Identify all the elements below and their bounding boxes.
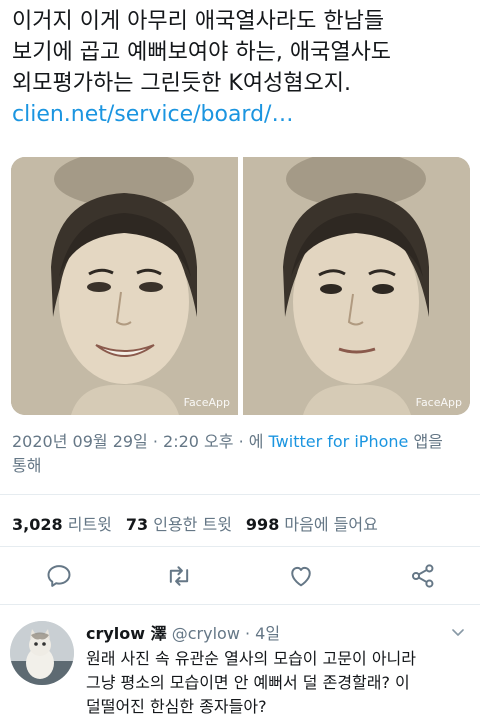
like-icon xyxy=(291,566,311,587)
reply-button[interactable] xyxy=(45,562,73,590)
quotes-count: 73 xyxy=(125,515,149,534)
quotes-stat[interactable]: 73 인용한 트윗 xyxy=(126,515,232,534)
avatar[interactable] xyxy=(10,621,74,685)
photo-neutral[interactable]: FaceApp xyxy=(243,157,470,415)
faceapp-watermark: FaceApp xyxy=(415,396,462,409)
reply-author-handle[interactable]: @crylow xyxy=(172,624,240,643)
reply-text-line: 그냥 평소의 모습이면 안 예뻐서 덜 존경할래? 이 xyxy=(86,673,410,692)
reply-author-name[interactable]: crylow 澤 xyxy=(86,624,167,643)
timestamp-line2: 통해 xyxy=(12,456,42,475)
source-suffix: 앱을 xyxy=(408,432,443,451)
retweet-icon xyxy=(169,566,189,586)
divider xyxy=(0,494,480,495)
tweet-media[interactable]: FaceApp FaceApp xyxy=(11,157,470,415)
share-icon xyxy=(411,564,434,588)
timestamp: 2020년 09월 29일 · 2:20 오후 · 에 xyxy=(12,432,269,451)
retweet-button[interactable] xyxy=(165,562,193,590)
avatar-cat-image xyxy=(10,621,74,685)
retweets-label: 리트윗 xyxy=(67,515,112,534)
likes-count: 998 xyxy=(245,515,280,534)
source-link[interactable]: Twitter for iPhone xyxy=(269,432,409,451)
reply-tweet[interactable]: crylow 澤 @crylow · 4일 원래 사진 속 유관순 열사의 모습… xyxy=(0,606,480,718)
tweet-text-line: 이거지 이게 아무리 애국열사라도 한남들 xyxy=(12,9,385,34)
likes-stat[interactable]: 998 마음에 들어요 xyxy=(246,515,378,534)
faceapp-watermark: FaceApp xyxy=(183,396,230,409)
chevron-down-icon xyxy=(452,629,464,636)
more-options-button[interactable] xyxy=(450,624,466,644)
photo-smiling[interactable]: FaceApp xyxy=(11,157,238,415)
tweet-actions xyxy=(0,558,480,594)
tweet-text: 이거지 이게 아무리 애국열사라도 한남들 보기에 곱고 예뻐보여야 하는, 애… xyxy=(12,6,472,130)
divider xyxy=(0,546,480,547)
reply-text-line: 덜떨어진 한심한 종자들아? xyxy=(86,697,267,716)
reply-icon xyxy=(47,565,71,587)
portrait-image xyxy=(243,157,470,415)
retweets-count: 3,028 xyxy=(12,515,63,534)
reply-text-line: 원래 사진 속 유관순 열사의 모습이 고문이 아니라 xyxy=(86,649,417,668)
reply-text: 원래 사진 속 유관순 열사의 모습이 고문이 아니라 그냥 평소의 모습이면 … xyxy=(86,647,470,719)
tweet-text-line: 보기에 곱고 예뻐보여야 하는, 애국열사도 xyxy=(12,40,392,65)
like-button[interactable] xyxy=(287,562,315,590)
tweet-link[interactable]: clien.net/service/board/… xyxy=(12,99,472,130)
reply-header: crylow 澤 @crylow · 4일 xyxy=(86,620,280,644)
divider xyxy=(0,604,480,605)
quotes-label: 인용한 트윗 xyxy=(153,515,232,534)
share-button[interactable] xyxy=(409,562,437,590)
tweet-text-line: 외모평가하는 그린듯한 K여성혐오지. xyxy=(12,71,352,96)
reply-time: · 4일 xyxy=(239,624,281,643)
retweets-stat[interactable]: 3,028 리트윗 xyxy=(12,515,112,534)
likes-label: 마음에 들어요 xyxy=(284,515,378,534)
tweet-meta: 2020년 09월 29일 · 2:20 오후 · 에 Twitter for … xyxy=(12,430,470,478)
tweet-stats: 3,028 리트윗 73 인용한 트윗 998 마음에 들어요 xyxy=(12,511,378,535)
portrait-image xyxy=(11,157,238,415)
